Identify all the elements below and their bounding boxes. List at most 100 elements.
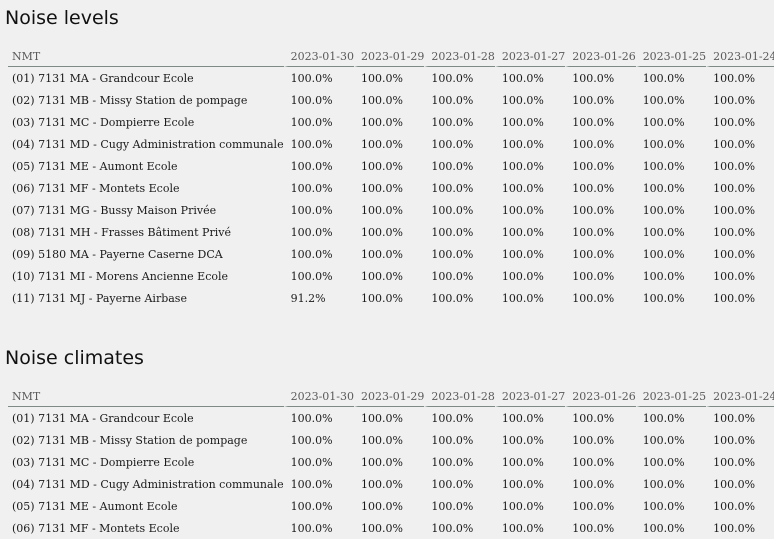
- availability-cell: 100.0%: [494, 407, 565, 429]
- station-name-cell: (02) 7131 MB - Missy Station de pompage: [12, 93, 248, 107]
- availability-cell: 100.0%: [354, 177, 424, 199]
- availability-cell: 100.0%: [565, 133, 635, 155]
- availability-cell: 100.0%: [354, 517, 424, 539]
- table-row: (05) 7131 ME - Aumont Ecole 100.0% 100.0% 1…: [8, 495, 774, 517]
- availability-cell: 100.0%: [635, 221, 706, 243]
- availability-cell: 100.0%: [565, 177, 635, 199]
- availability-cell: 100.0%: [283, 133, 354, 155]
- availability-cell: 100.0%: [494, 199, 565, 221]
- availability-cell: 100.0%: [565, 517, 635, 539]
- availability-cell: 100.0%: [424, 133, 494, 155]
- table-row: (01) 7131 MA - Grandcour Ecole 100.0% 100.…: [8, 67, 774, 89]
- availability-cell: 100.0%: [565, 111, 635, 133]
- availability-cell: 100.0%: [706, 221, 774, 243]
- availability-cell: 100.0%: [283, 451, 354, 473]
- availability-cell: 100.0%: [635, 155, 706, 177]
- availability-cell: 100.0%: [424, 243, 494, 265]
- column-header-date: 2023-01-26: [565, 386, 636, 407]
- availability-cell: 100.0%: [283, 221, 354, 243]
- station-name-cell: (05) 7131 ME - Aumont Ecole: [12, 159, 178, 173]
- availability-cell: 100.0%: [494, 243, 565, 265]
- availability-cell: 100.0%: [354, 407, 424, 429]
- availability-cell: 100.0%: [706, 287, 774, 309]
- table-row: (08) 7131 MH - Frasses Bâtiment Privé 100…: [8, 221, 774, 243]
- availability-cell: 100.0%: [706, 451, 774, 473]
- availability-cell: 100.0%: [635, 473, 706, 495]
- availability-cell: 100.0%: [283, 407, 354, 429]
- availability-cell: 100.0%: [706, 111, 774, 133]
- station-name-cell: (06) 7131 MF - Montets Ecole: [12, 181, 180, 195]
- availability-cell: 100.0%: [706, 473, 774, 495]
- availability-cell: 100.0%: [635, 265, 706, 287]
- availability-cell: 100.0%: [494, 451, 565, 473]
- availability-cell: 100.0%: [494, 495, 565, 517]
- table-row: (07) 7131 MG - Bussy Maison Privée 100.0%…: [8, 199, 774, 221]
- availability-cell: 100.0%: [354, 429, 424, 451]
- availability-cell: 100.0%: [283, 243, 354, 265]
- availability-cell: 100.0%: [283, 89, 354, 111]
- availability-cell: 100.0%: [494, 473, 565, 495]
- column-header-date: 2023-01-28: [424, 46, 495, 67]
- table-row: (09) 5180 MA - Payerne Caserne DCA 100.0%…: [8, 243, 774, 265]
- availability-cell: 100.0%: [565, 473, 635, 495]
- availability-cell: 100.0%: [565, 265, 635, 287]
- availability-cell: 100.0%: [706, 517, 774, 539]
- availability-cell: 100.0%: [706, 67, 774, 89]
- table-row: (06) 7131 MF - Montets Ecole 100.0% 100.0%…: [8, 517, 774, 539]
- availability-cell: 100.0%: [354, 89, 424, 111]
- station-name-cell: (07) 7131 MG - Bussy Maison Privée: [12, 203, 217, 217]
- availability-cell: 100.0%: [424, 89, 494, 111]
- availability-cell: 100.0%: [706, 89, 774, 111]
- station-name-cell: (04) 7131 MD - Cugy Administration commu…: [12, 137, 284, 151]
- availability-cell: 100.0%: [424, 221, 494, 243]
- availability-cell: 100.0%: [635, 133, 706, 155]
- station-name-cell: (02) 7131 MB - Missy Station de pompage: [12, 433, 248, 447]
- availability-cell: 100.0%: [494, 177, 565, 199]
- column-header-nmt: NMT: [8, 46, 284, 67]
- column-header-date: 2023-01-24: [706, 46, 774, 67]
- table-row: (11) 7131 MJ - Payerne Airbase 91.2% 100.0…: [8, 287, 774, 309]
- column-header-date: 2023-01-30: [283, 386, 354, 407]
- section-title: Noise climates: [5, 347, 144, 369]
- availability-cell: 100.0%: [354, 265, 424, 287]
- table-row: (05) 7131 ME - Aumont Ecole 100.0% 100.0% 1…: [8, 155, 774, 177]
- availability-cell: 100.0%: [635, 177, 706, 199]
- availability-cell: 100.0%: [354, 67, 424, 89]
- availability-cell: 100.0%: [494, 265, 565, 287]
- availability-cell: 100.0%: [424, 287, 494, 309]
- availability-cell: 100.0%: [354, 473, 424, 495]
- availability-cell: 100.0%: [565, 429, 635, 451]
- availability-cell: 100.0%: [706, 133, 774, 155]
- availability-cell: 100.0%: [565, 287, 635, 309]
- column-header-date: 2023-01-27: [494, 46, 566, 67]
- table-header-row: NMT 2023-01-30 2023-01-29 2023-01-28 2023-01…: [8, 46, 774, 67]
- availability-cell: 100.0%: [565, 155, 635, 177]
- availability-cell: 100.0%: [283, 265, 354, 287]
- table-row: (06) 7131 MF - Montets Ecole 100.0% 100.0%…: [8, 177, 774, 199]
- availability-cell: 100.0%: [706, 243, 774, 265]
- availability-cell: 100.0%: [565, 495, 635, 517]
- availability-cell: 100.0%: [424, 199, 494, 221]
- availability-cell: 100.0%: [424, 155, 494, 177]
- availability-cell: 100.0%: [424, 177, 494, 199]
- availability-cell: 100.0%: [706, 429, 774, 451]
- availability-cell: 100.0%: [283, 155, 354, 177]
- availability-cell: 100.0%: [494, 155, 565, 177]
- availability-cell: 100.0%: [635, 199, 706, 221]
- availability-cell: 100.0%: [565, 199, 635, 221]
- availability-cell: 100.0%: [706, 155, 774, 177]
- table-row: (04) 7131 MD - Cugy Administration commu…: [8, 473, 774, 495]
- column-header-date: 2023-01-27: [494, 386, 566, 407]
- availability-cell: 100.0%: [565, 407, 635, 429]
- table-row: (04) 7131 MD - Cugy Administration commu…: [8, 133, 774, 155]
- noise-climates-table: NMT 2023-01-30 2023-01-29 2023-01-28 2023-01…: [8, 386, 774, 539]
- station-name-cell: (11) 7131 MJ - Payerne Airbase: [12, 291, 187, 305]
- availability-cell: 100.0%: [706, 495, 774, 517]
- availability-cell: 100.0%: [635, 67, 706, 89]
- availability-cell: 100.0%: [635, 429, 706, 451]
- availability-cell: 100.0%: [354, 199, 424, 221]
- availability-cell: 100.0%: [635, 243, 706, 265]
- availability-cell: 100.0%: [283, 199, 354, 221]
- availability-cell: 100.0%: [424, 451, 494, 473]
- column-header-date: 2023-01-29: [354, 46, 425, 67]
